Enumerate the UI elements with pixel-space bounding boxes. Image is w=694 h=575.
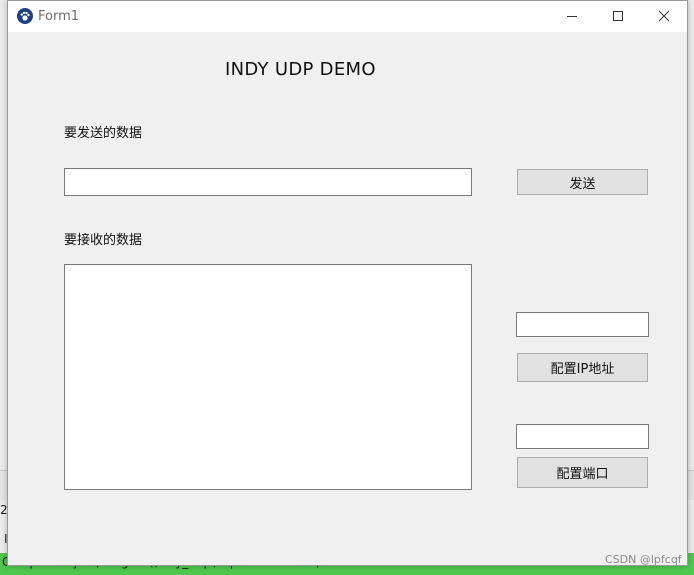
ip-address-input[interactable] <box>516 312 649 337</box>
minimize-icon <box>567 16 577 17</box>
paw-icon <box>17 8 33 24</box>
form-window: Form1 INDY UDP DEMO 要发送的数据 发送 要接收的数据 配置I… <box>7 0 688 566</box>
config-port-button[interactable]: 配置端口 <box>517 457 648 488</box>
close-button[interactable] <box>641 1 687 31</box>
receive-data-memo[interactable] <box>64 264 472 490</box>
form-client-area: INDY UDP DEMO 要发送的数据 发送 要接收的数据 配置IP地址 配置… <box>8 32 687 565</box>
maximize-button[interactable] <box>595 1 641 31</box>
form-heading: INDY UDP DEMO <box>225 59 376 80</box>
title-bar[interactable]: Form1 <box>8 1 687 32</box>
csdn-watermark: CSDN @lpfcqf <box>605 553 682 566</box>
window-title: Form1 <box>38 9 80 24</box>
close-icon <box>658 10 670 22</box>
receive-data-label: 要接收的数据 <box>64 233 143 248</box>
port-input[interactable] <box>516 424 649 449</box>
maximize-icon <box>613 11 623 21</box>
minimize-button[interactable] <box>549 1 595 31</box>
send-button[interactable]: 发送 <box>517 169 648 195</box>
send-data-input[interactable] <box>64 168 472 196</box>
send-data-label: 要发送的数据 <box>64 126 143 141</box>
config-ip-button[interactable]: 配置IP地址 <box>517 353 648 382</box>
